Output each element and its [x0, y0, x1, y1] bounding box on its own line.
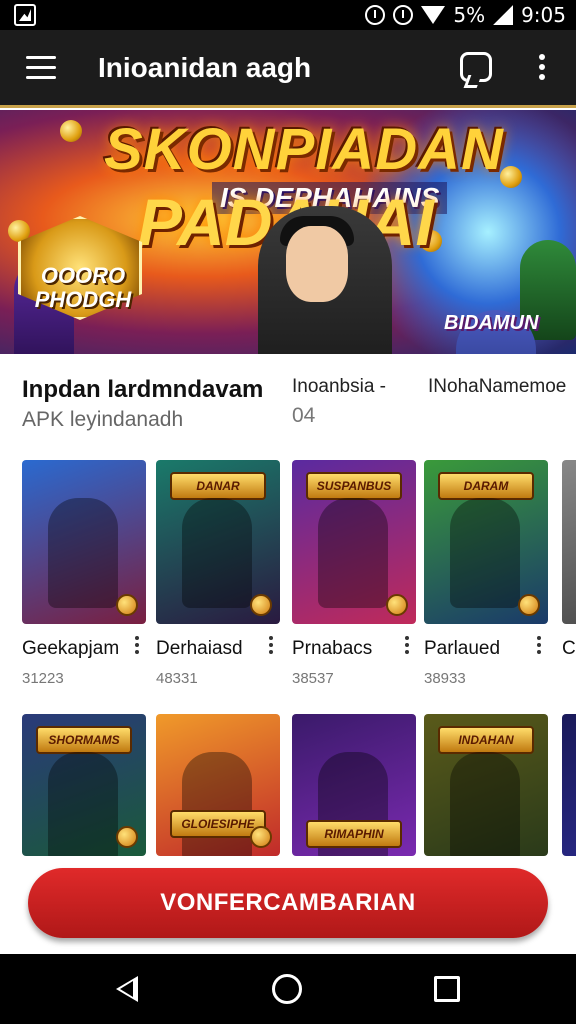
alarm-icon — [365, 5, 386, 25]
app-name: Inpdan lardmndavam — [22, 376, 264, 403]
alarm-icon-2 — [393, 5, 414, 25]
system-navigation-bar — [0, 954, 576, 1024]
coin-icon — [116, 594, 138, 616]
game-card[interactable]: DARAM Parlaued 38933 — [424, 460, 548, 687]
game-card[interactable]: GLOIESIPHE — [156, 714, 280, 856]
coin-icon — [60, 120, 82, 142]
app-bar: Inioanidan aagh — [0, 30, 576, 108]
game-card-partial[interactable]: C — [562, 460, 576, 660]
wifi-icon — [421, 6, 446, 24]
game-card[interactable]: Geekapjam 31223 — [22, 460, 146, 687]
game-title: Derhaiasd — [156, 638, 243, 659]
game-thumbnail[interactable] — [562, 460, 576, 624]
game-thumbnail-title: DARAM — [463, 479, 509, 493]
app-subtitle: APK leyindanadh — [22, 408, 184, 431]
back-icon[interactable] — [116, 976, 138, 1002]
coin-icon — [518, 594, 540, 616]
banner-badge-text: OOORO PHODGH — [34, 263, 132, 312]
cta-container: VONFERCAMBARIAN — [0, 856, 576, 954]
game-thumbnail-title: RIMAPHIN — [324, 827, 384, 841]
game-thumbnail-title: SUSPANBUS — [316, 479, 392, 493]
game-thumbnail[interactable]: GLOIESIPHE — [156, 714, 280, 856]
chat-icon[interactable] — [460, 52, 492, 82]
game-thumbnail[interactable]: SUSPANBUS — [292, 460, 416, 624]
game-thumbnail-title: DANAR — [196, 479, 240, 493]
game-count: 31223 — [22, 670, 64, 687]
signal-icon — [493, 5, 514, 25]
gallery-notification-icon — [14, 4, 36, 26]
game-thumbnail[interactable]: SHORMAMS — [22, 714, 146, 856]
banner-hero-face — [286, 226, 348, 302]
game-thumbnail-title: INDAHAN — [458, 733, 514, 747]
game-thumbnail[interactable]: RIMAPHIN — [292, 714, 416, 856]
game-title: C — [562, 638, 576, 659]
game-count: 38537 — [292, 670, 334, 687]
game-thumbnail[interactable] — [22, 460, 146, 624]
hero-banner[interactable]: SKONPIADAN IS DEPHAHAINS PADAHAI OOORO P… — [0, 110, 576, 354]
game-thumbnail[interactable]: DANAR — [156, 460, 280, 624]
recent-apps-icon[interactable] — [434, 976, 460, 1002]
game-thumbnail[interactable]: DARAM — [424, 460, 548, 624]
coin-icon — [386, 594, 408, 616]
status-icons: 5% 9:05 — [365, 0, 566, 30]
app-title: Inioanidan aagh — [98, 52, 312, 83]
app-meta-label-2: INohaNamemoe — [428, 376, 567, 397]
game-thumbnail[interactable]: INDAHAN — [424, 714, 548, 856]
game-card-partial[interactable] — [562, 714, 576, 856]
game-count: 48331 — [156, 670, 198, 687]
banner-title: SKONPIADAN — [104, 117, 504, 182]
game-title: Geekapjam — [22, 638, 120, 659]
coin-icon — [250, 594, 272, 616]
app-info-section: Inpdan lardmndavam APK leyindanadh Inoan… — [0, 354, 576, 444]
status-bar: 5% 9:05 — [0, 0, 576, 30]
app-meta-value: 04 — [292, 404, 316, 427]
game-count: 38933 — [424, 670, 466, 687]
more-options-icon[interactable] — [536, 54, 548, 86]
home-icon[interactable] — [272, 974, 302, 1004]
more-options-icon[interactable] — [536, 636, 542, 658]
game-title: Parlaued — [424, 638, 501, 659]
banner-logo: BIDAMUN — [444, 312, 539, 334]
battery-percentage: 5% — [453, 3, 486, 27]
more-options-icon[interactable] — [268, 636, 274, 658]
game-card[interactable]: DANAR Derhaiasd 48331 — [156, 460, 280, 687]
menu-icon[interactable] — [26, 56, 56, 80]
game-card[interactable]: SHORMAMS — [22, 714, 146, 856]
game-card[interactable]: INDAHAN — [424, 714, 548, 856]
game-card[interactable]: RIMAPHIN — [292, 714, 416, 856]
game-thumbnail[interactable] — [562, 714, 576, 856]
primary-action-button[interactable]: VONFERCAMBARIAN — [28, 868, 548, 938]
game-thumbnail-title: SHORMAMS — [48, 733, 120, 747]
game-title: Prnabacs — [292, 638, 373, 659]
coin-icon — [116, 826, 138, 848]
app-meta-label: Inoanbsia - — [292, 376, 387, 397]
clock: 9:05 — [521, 3, 566, 27]
coin-icon — [250, 826, 272, 848]
game-card[interactable]: SUSPANBUS Prnabacs 38537 — [292, 460, 416, 687]
more-options-icon[interactable] — [404, 636, 410, 658]
more-options-icon[interactable] — [134, 636, 140, 658]
